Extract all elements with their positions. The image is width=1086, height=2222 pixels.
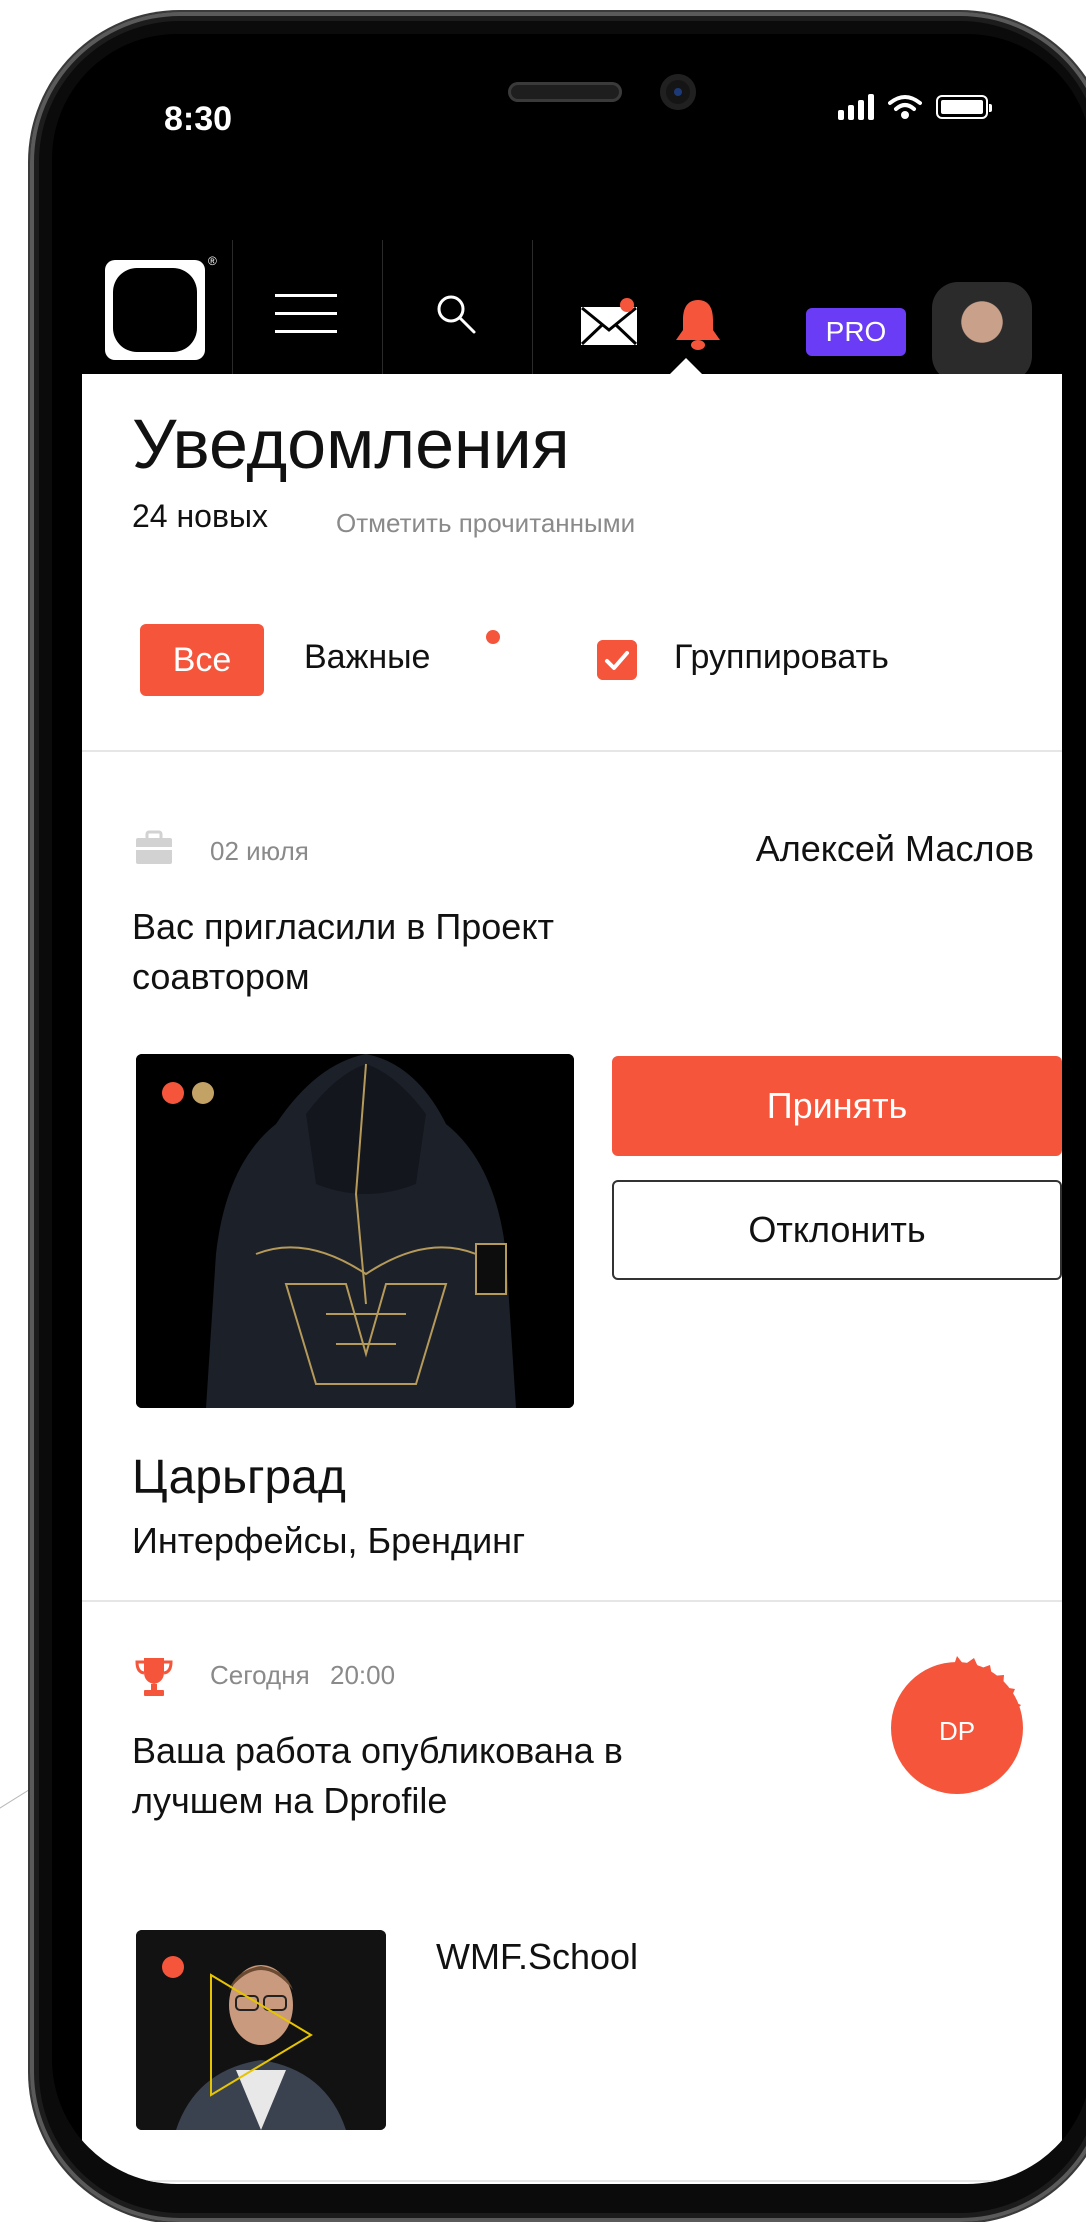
battery-icon <box>936 95 992 119</box>
notification-date: 02 июля <box>210 836 309 866</box>
project-tags: Интерфейсы, Брендинг <box>132 1520 526 1561</box>
notification-date: Сегодня <box>210 1660 310 1690</box>
avatar[interactable] <box>932 282 1032 382</box>
divider <box>82 1600 1062 1602</box>
project-title[interactable]: Царьград <box>132 1450 346 1505</box>
nav-divider <box>382 240 383 390</box>
status-time: 8:30 <box>164 100 233 138</box>
divider <box>82 750 1062 752</box>
mail-unread-dot <box>620 298 634 312</box>
mark-read-link[interactable]: Отметить прочитанными <box>336 508 635 539</box>
mail-icon[interactable] <box>580 306 638 346</box>
tab-all[interactable]: Все <box>140 624 264 696</box>
group-label[interactable]: Группировать <box>674 638 889 677</box>
decline-button[interactable]: Отклонить <box>612 1180 1062 1280</box>
nav-divider <box>232 240 233 390</box>
new-count: 24 новых <box>132 498 268 534</box>
notification-text: Ваша работа опубликована в лучшем на Dpr… <box>132 1730 623 1821</box>
status-icons <box>838 94 992 120</box>
image-dot <box>162 1082 184 1104</box>
notifications-panel: Уведомления 24 новых Отметить прочитанны… <box>82 374 1062 2184</box>
signal-icon <box>838 94 874 120</box>
search-icon[interactable] <box>434 292 478 336</box>
image-dot <box>192 1082 214 1104</box>
speaker <box>508 82 622 102</box>
briefcase-icon <box>136 830 172 864</box>
play-icon[interactable] <box>206 1970 316 2100</box>
page-title: Уведомления <box>132 405 570 483</box>
project-thumbnail[interactable] <box>136 1054 574 1408</box>
notification-author[interactable]: Алексей Маслов <box>756 828 1034 870</box>
accept-button[interactable]: Принять <box>612 1056 1062 1156</box>
checkbox-checked-icon[interactable] <box>597 640 637 680</box>
hoodie-image <box>136 1054 574 1408</box>
phone-screen: 8:30 ® PRO Уведомления 24 новых Отметить… <box>52 34 1086 2184</box>
logo[interactable] <box>105 260 205 360</box>
image-dot <box>162 1956 184 1978</box>
pro-badge[interactable]: PRO <box>806 308 906 356</box>
notification-text: Вас пригласили в Проект соавтором <box>132 906 554 997</box>
menu-icon[interactable] <box>275 294 337 334</box>
tab-important[interactable]: Важные <box>304 638 430 677</box>
divider <box>82 2180 1062 2182</box>
dp-badge-label: DP <box>938 1715 976 1746</box>
wifi-icon <box>888 95 922 119</box>
logo-registered-mark: ® <box>208 254 217 268</box>
important-unread-dot <box>486 630 500 644</box>
company-name[interactable]: WMF.School <box>436 1936 638 1978</box>
top-navbar: ® PRO <box>52 224 1086 390</box>
front-camera <box>660 74 696 110</box>
nav-divider <box>532 240 533 390</box>
trophy-icon <box>135 1658 173 1696</box>
bell-icon[interactable] <box>672 296 724 352</box>
notification-time: 20:00 <box>330 1660 396 1690</box>
